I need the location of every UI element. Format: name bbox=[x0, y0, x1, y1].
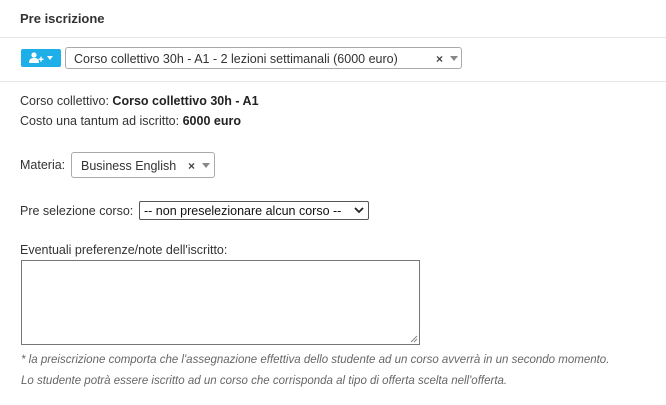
chevron-down-icon bbox=[354, 207, 364, 214]
materia-select-value: Business English bbox=[81, 159, 177, 173]
materia-select[interactable]: Business English × bbox=[71, 152, 215, 178]
resize-grip-icon[interactable] bbox=[410, 335, 418, 343]
notes-label: Eventuali preferenze/note dell'iscritto: bbox=[20, 243, 228, 257]
notes-textarea[interactable] bbox=[21, 260, 420, 345]
clear-icon[interactable]: × bbox=[436, 52, 443, 66]
footnote-line-1: * la preiscrizione comporta che l'assegn… bbox=[21, 354, 610, 366]
cost-info-value: 6000 euro bbox=[182, 114, 241, 128]
cost-info-label: Costo una tantum ad iscritto: bbox=[20, 114, 180, 128]
footnote-line-2: Lo studente potrà essere iscritto ad un … bbox=[21, 375, 508, 387]
section-header: Pre iscrizione bbox=[0, 0, 666, 38]
caret-down-icon bbox=[202, 163, 210, 168]
clear-icon[interactable]: × bbox=[188, 159, 195, 173]
add-user-dropdown-button[interactable] bbox=[21, 49, 61, 67]
course-select[interactable]: Corso collettivo 30h - A1 - 2 lezioni se… bbox=[65, 47, 462, 69]
chevron-down-icon bbox=[47, 56, 53, 60]
course-toolbar: Corso collettivo 30h - A1 - 2 lezioni se… bbox=[0, 38, 666, 82]
course-select-value: Corso collettivo 30h - A1 - 2 lezioni se… bbox=[74, 52, 398, 66]
course-info-value: Corso collettivo 30h - A1 bbox=[112, 94, 259, 108]
preselection-select-value: -- non preselezionare alcun corso -- bbox=[144, 204, 342, 218]
cost-info-line: Costo una tantum ad iscritto: 6000 euro bbox=[20, 114, 241, 128]
course-info-line: Corso collettivo: Corso collettivo 30h -… bbox=[20, 94, 259, 108]
preselection-label: Pre selezione corso: bbox=[20, 204, 134, 218]
course-info-label: Corso collettivo: bbox=[20, 94, 109, 108]
section-title: Pre iscrizione bbox=[20, 11, 105, 26]
preselection-select[interactable]: -- non preselezionare alcun corso -- bbox=[139, 201, 369, 220]
caret-down-icon bbox=[450, 56, 458, 61]
materia-label: Materia: bbox=[20, 158, 66, 172]
add-user-icon bbox=[29, 52, 53, 63]
